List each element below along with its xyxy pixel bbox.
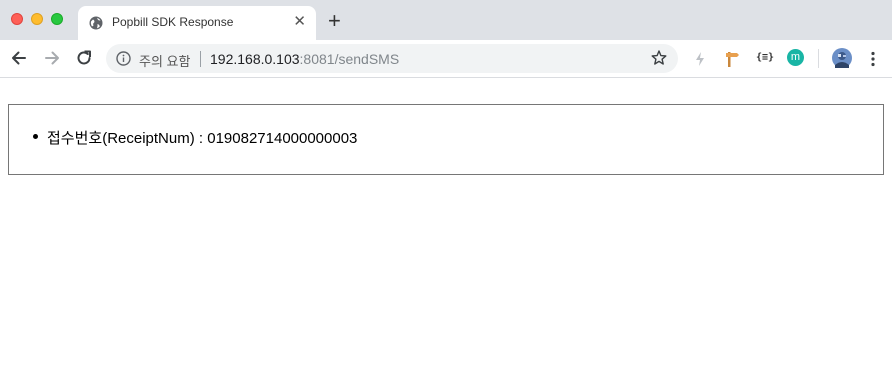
window-minimize-button[interactable] xyxy=(31,13,43,25)
signpost-extension-icon[interactable] xyxy=(724,50,740,68)
lightning-extension-icon[interactable] xyxy=(693,51,707,67)
globe-icon xyxy=(89,16,103,30)
m-extension-icon[interactable]: m xyxy=(787,49,804,66)
tab-close-icon[interactable]: ✕ xyxy=(293,14,306,30)
bullet-icon xyxy=(33,134,38,139)
browser-toolbar: 주의 요함 192.168.0.103:8081/sendSMS {≡} m xyxy=(0,40,892,78)
reload-icon[interactable] xyxy=(74,48,94,68)
new-tab-button[interactable]: + xyxy=(328,10,341,32)
menu-dots-icon[interactable] xyxy=(866,50,880,68)
url-text[interactable]: 192.168.0.103:8081/sendSMS xyxy=(210,51,399,67)
list-item: 접수번호(ReceiptNum) : 019082714000000003 xyxy=(33,127,358,148)
receipt-number: 019082714000000003 xyxy=(207,130,358,147)
tab-title: Popbill SDK Response xyxy=(112,15,234,29)
back-arrow-icon[interactable] xyxy=(9,48,29,68)
url-path: :8081/sendSMS xyxy=(299,51,400,67)
url-host: 192.168.0.103 xyxy=(210,51,300,67)
response-box: 접수번호(ReceiptNum) : 019082714000000003 xyxy=(8,104,884,175)
browser-tab[interactable]: Popbill SDK Response ✕ xyxy=(78,6,316,40)
window-close-button[interactable] xyxy=(11,13,23,25)
info-icon[interactable] xyxy=(116,51,131,66)
title-bar: Popbill SDK Response ✕ + xyxy=(0,0,892,40)
address-separator xyxy=(200,51,201,67)
address-bar[interactable]: 주의 요함 192.168.0.103:8081/sendSMS xyxy=(106,44,678,73)
security-label[interactable]: 주의 요함 xyxy=(139,51,190,70)
response-list: 접수번호(ReceiptNum) : 019082714000000003 xyxy=(33,127,358,148)
receipt-label: 접수번호(ReceiptNum) : xyxy=(47,130,208,147)
window-maximize-button[interactable] xyxy=(51,13,63,25)
toolbar-divider xyxy=(818,49,819,68)
json-viewer-extension-icon[interactable]: {≡} xyxy=(756,52,774,63)
bookmark-star-icon[interactable] xyxy=(650,49,668,67)
profile-avatar[interactable] xyxy=(832,48,852,68)
forward-arrow-icon[interactable] xyxy=(42,48,62,68)
